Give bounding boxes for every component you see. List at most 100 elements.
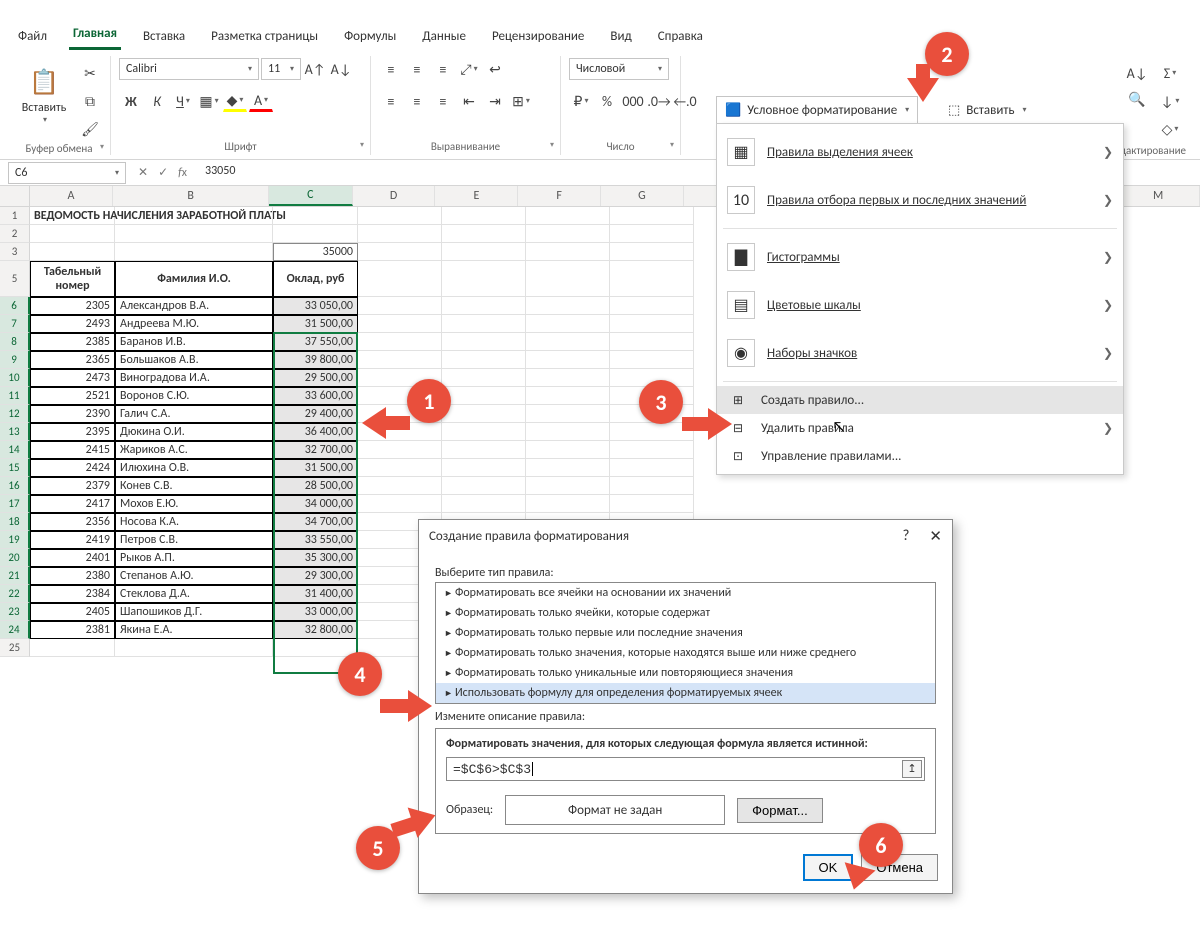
dialog-help-icon[interactable]: ? [902, 527, 909, 546]
increase-indent-icon[interactable]: ⇥ [483, 90, 507, 112]
cell[interactable]: Фамилия И.О. [115, 261, 273, 297]
row-header[interactable]: 15 [0, 459, 30, 477]
cell[interactable] [273, 225, 358, 243]
font-name-select[interactable]: Calibri▾ [119, 58, 259, 80]
align-top-icon[interactable]: ≡ [379, 58, 403, 80]
copy-icon[interactable]: ⧉ [78, 90, 102, 112]
align-left-icon[interactable]: ≡ [379, 90, 403, 112]
menu-top-bottom[interactable]: 10Правила отбора первых и последних знач… [717, 176, 1123, 224]
name-box[interactable]: C6▾ [8, 162, 126, 184]
cut-icon[interactable]: ✂ [78, 62, 102, 84]
format-button[interactable]: Формат... [737, 798, 823, 823]
number-format-select[interactable]: Числовой▾ [569, 58, 669, 80]
col-header-e[interactable]: E [435, 186, 518, 206]
cell[interactable] [115, 639, 273, 657]
row-header[interactable]: 6 [0, 297, 30, 315]
row-header[interactable]: 18 [0, 513, 30, 531]
cell[interactable] [30, 639, 115, 657]
cell[interactable]: 36 400,00 [273, 423, 358, 441]
cell[interactable]: 29 500,00 [273, 369, 358, 387]
cell[interactable]: Большаков А.В. [115, 351, 273, 369]
col-header-g[interactable]: G [601, 186, 684, 206]
cell[interactable]: Степанов А.Ю. [115, 567, 273, 585]
autosum-icon[interactable]: Σ▾ [1158, 62, 1182, 84]
cell[interactable]: 31 500,00 [273, 315, 358, 333]
row-header[interactable]: 1 [0, 207, 30, 225]
cell[interactable]: 28 500,00 [273, 477, 358, 495]
cell[interactable]: 31 500,00 [273, 459, 358, 477]
row-header[interactable]: 17 [0, 495, 30, 513]
cell[interactable]: Петров С.В. [115, 531, 273, 549]
cell[interactable] [30, 225, 115, 243]
insert-cells-button[interactable]: ⬚ Вставить ▾ [940, 96, 1035, 124]
rule-opt-0[interactable]: Форматировать все ячейки на основании их… [436, 583, 935, 603]
row-header[interactable]: 10 [0, 369, 30, 387]
cell[interactable]: 35 300,00 [273, 549, 358, 567]
cell[interactable]: Мохов Е.Ю. [115, 495, 273, 513]
bold-button[interactable]: Ж [119, 90, 143, 112]
cell[interactable]: 39 800,00 [273, 351, 358, 369]
col-header-a[interactable]: A [30, 186, 114, 206]
orientation-icon[interactable]: ⤢▾ [457, 58, 481, 80]
cell[interactable]: 2401 [30, 549, 115, 567]
fill-color-button[interactable]: ◆▾ [223, 90, 247, 112]
cell[interactable]: 33 050,00 [273, 297, 358, 315]
cell[interactable]: Галич С.А. [115, 405, 273, 423]
percent-icon[interactable]: % [595, 90, 619, 112]
wrap-text-icon[interactable]: ↩ [483, 58, 507, 80]
menu-new-rule[interactable]: ⊞Создать правило... [717, 386, 1123, 414]
dialog-close-icon[interactable]: ✕ [929, 527, 942, 546]
decrease-font-icon[interactable]: A↓ [329, 58, 353, 80]
cell[interactable]: Табельный номер [30, 261, 115, 297]
cell[interactable]: 31 400,00 [273, 585, 358, 603]
rule-opt-1[interactable]: Форматировать только ячейки, которые сод… [436, 603, 935, 623]
row-header[interactable]: 25 [0, 639, 30, 657]
tab-insert[interactable]: Вставка [139, 23, 189, 50]
cell[interactable]: Андреева М.Ю. [115, 315, 273, 333]
row-header[interactable]: 22 [0, 585, 30, 603]
cell[interactable] [30, 243, 115, 261]
col-header-d[interactable]: D [353, 186, 436, 206]
cell[interactable] [115, 225, 273, 243]
cell[interactable]: 2381 [30, 621, 115, 639]
tab-formulas[interactable]: Формулы [340, 23, 400, 50]
select-all-corner[interactable] [0, 186, 30, 206]
row-header[interactable]: 9 [0, 351, 30, 369]
cell[interactable] [273, 207, 358, 225]
cell[interactable]: Виноградова И.А. [115, 369, 273, 387]
sort-filter-icon[interactable]: A↓ [1126, 62, 1148, 84]
row-header[interactable]: 23 [0, 603, 30, 621]
cell[interactable]: Илюхина О.В. [115, 459, 273, 477]
cell[interactable]: 2379 [30, 477, 115, 495]
tab-view[interactable]: Вид [606, 23, 635, 50]
row-header[interactable]: 21 [0, 567, 30, 585]
italic-button[interactable]: К [145, 90, 169, 112]
currency-icon[interactable]: ₽▾ [569, 90, 593, 112]
align-center-icon[interactable]: ≡ [405, 90, 429, 112]
comma-icon[interactable]: 000 [621, 90, 645, 112]
row-header[interactable]: 11 [0, 387, 30, 405]
row-header[interactable]: 2 [0, 225, 30, 243]
clear-icon[interactable]: ◇▾ [1158, 118, 1182, 140]
cell[interactable]: 2419 [30, 531, 115, 549]
conditional-formatting-button[interactable]: 🟦 Условное форматирование ▾ [716, 96, 918, 124]
menu-color-scales[interactable]: ▤Цветовые шкалы❯ [717, 281, 1123, 329]
cell[interactable]: 32 800,00 [273, 621, 358, 639]
cell[interactable]: Якина Е.А. [115, 621, 273, 639]
row-header[interactable]: 12 [0, 405, 30, 423]
tab-help[interactable]: Справка [654, 23, 707, 50]
row-header[interactable]: 16 [0, 477, 30, 495]
cancel-formula-icon[interactable]: ✕ [138, 165, 148, 180]
row-header[interactable]: 7 [0, 315, 30, 333]
cell[interactable]: 2384 [30, 585, 115, 603]
row-header[interactable]: 19 [0, 531, 30, 549]
rule-opt-5[interactable]: Использовать формулу для определения фор… [436, 683, 935, 703]
cell[interactable]: 33 600,00 [273, 387, 358, 405]
cell[interactable]: Стеклова Д.А. [115, 585, 273, 603]
range-selector-icon[interactable]: ↥ [902, 760, 922, 778]
tab-data[interactable]: Данные [418, 23, 470, 50]
col-header-c[interactable]: C [269, 186, 353, 206]
cell[interactable]: 37 550,00 [273, 333, 358, 351]
cell[interactable]: Носова К.А. [115, 513, 273, 531]
cell[interactable]: 2424 [30, 459, 115, 477]
